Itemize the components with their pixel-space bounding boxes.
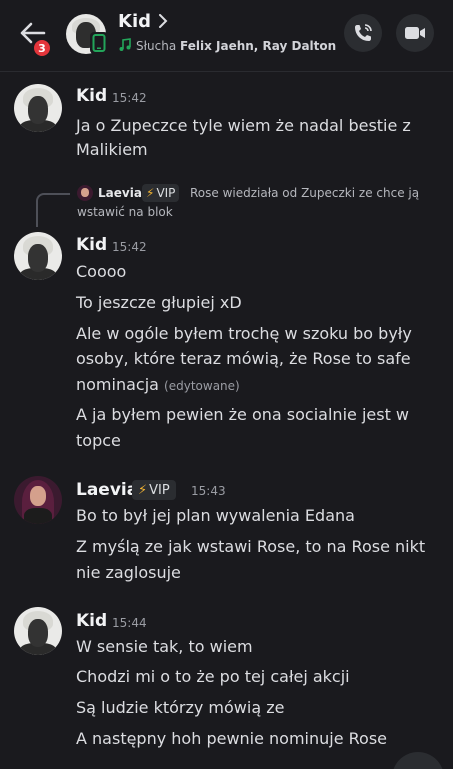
- reply-connector: [36, 193, 70, 227]
- message-timestamp: 15:42: [112, 91, 147, 105]
- music-note-icon: [119, 38, 131, 51]
- activity-status-prefix: Słucha: [136, 39, 181, 53]
- reply-preview-text[interactable]: Rose wiedziała od Zupeczki ze chce ją: [190, 186, 419, 200]
- chat-header: 3 Kid Słucha Felix Jaehn, Ray Dalton: [0, 0, 453, 72]
- message-line: osoby, które teraz mówią, że Rose to saf…: [76, 349, 411, 368]
- message-line: W sensie tak, to wiem: [76, 637, 253, 656]
- message-timestamp: 15:42: [112, 240, 147, 254]
- message-line: nie zaglosuje: [76, 563, 181, 582]
- mobile-phone-icon: [90, 32, 108, 54]
- message-line: Bo to był jej plan wywalenia Edana: [76, 506, 355, 525]
- reply-author[interactable]: Laevia: [98, 186, 142, 200]
- message-line: Ja o Zupeczce tyle wiem że nadal bestie …: [76, 116, 411, 135]
- message-author[interactable]: Laevia: [76, 480, 138, 500]
- reply-avatar[interactable]: [77, 185, 93, 201]
- avatar[interactable]: [14, 84, 62, 132]
- message-author[interactable]: Kid: [76, 235, 107, 255]
- message-line-text: nominacja: [76, 375, 159, 394]
- vip-badge-label: VIP: [149, 482, 170, 498]
- message-line: To jeszcze głupiej xD: [76, 293, 242, 312]
- channel-name[interactable]: Kid: [118, 11, 151, 32]
- vip-badge: ⚡ VIP: [132, 480, 176, 500]
- activity-status: Słucha Felix Jaehn, Ray Dalton: [136, 39, 336, 53]
- avatar[interactable]: [14, 476, 62, 524]
- video-call-button[interactable]: [396, 14, 434, 52]
- message-line: A następny hoh pewnie nominuje Rose: [76, 729, 388, 748]
- chevron-right-icon[interactable]: [158, 14, 168, 28]
- message-timestamp: 15:44: [112, 616, 147, 630]
- video-camera-icon: [405, 27, 425, 39]
- message-line: Chodzi mi o to że po tej całej akcji: [76, 667, 350, 686]
- message-line: Z myślą ze jak wstawi Rose, to na Rose n…: [76, 537, 426, 556]
- message-line: Coooo: [76, 262, 127, 281]
- message-line: topce: [76, 431, 121, 450]
- call-button[interactable]: [344, 14, 382, 52]
- message-line: Są ludzie którzy mówią ze: [76, 698, 285, 717]
- message-author[interactable]: Kid: [76, 611, 107, 631]
- lightning-icon: ⚡: [138, 482, 148, 498]
- scroll-to-bottom-button[interactable]: [392, 752, 444, 769]
- message-author[interactable]: Kid: [76, 86, 107, 106]
- lightning-icon: ⚡: [146, 186, 155, 200]
- message-line: Ale w ogóle byłem trochę w szoku bo były: [76, 324, 412, 343]
- avatar[interactable]: [14, 607, 62, 655]
- phone-call-icon: [355, 24, 372, 41]
- vip-badge-label: VIP: [156, 186, 176, 200]
- reply-preview-text[interactable]: wstawić na blok: [77, 205, 173, 219]
- unread-badge: 3: [32, 38, 52, 58]
- edited-label: (edytowane): [164, 379, 240, 393]
- vip-badge: ⚡ VIP: [142, 184, 180, 202]
- avatar[interactable]: [14, 232, 62, 280]
- activity-status-artists: Felix Jaehn, Ray Dalton: [180, 39, 337, 53]
- message-line: Malikiem: [76, 140, 148, 159]
- message-line: A ja byłem pewien że ona socialnie jest …: [76, 405, 410, 424]
- message-timestamp: 15:43: [191, 484, 226, 498]
- message-line: nominacja (edytowane): [76, 375, 240, 394]
